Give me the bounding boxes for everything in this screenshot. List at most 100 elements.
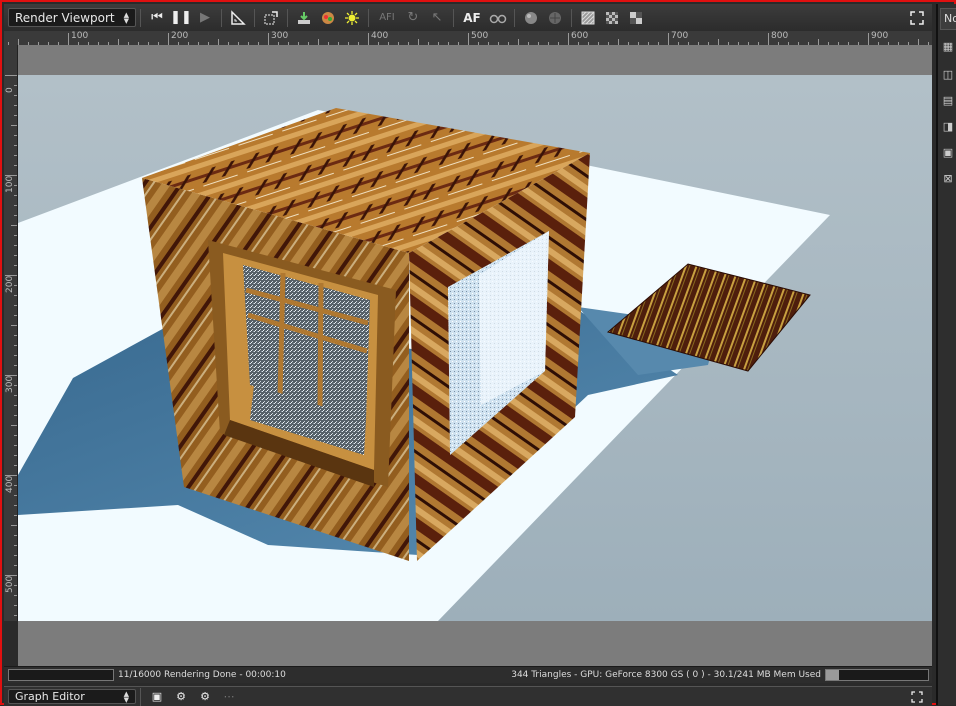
toolbar-separator: [571, 8, 572, 27]
sphere-button[interactable]: [520, 7, 542, 29]
sun-button[interactable]: [341, 7, 363, 29]
ruler-tick: [14, 205, 17, 206]
ruler-label: 200: [171, 31, 189, 41]
ruler-label: 700: [671, 31, 689, 41]
picture-icon[interactable]: ▣: [941, 146, 955, 160]
ruler-tick: [14, 615, 17, 616]
fullscreen-button[interactable]: [906, 7, 928, 29]
skip-back-icon: ⏮: [151, 10, 163, 25]
ruler-tick: [14, 565, 17, 566]
ruler-tick: [14, 245, 17, 246]
af-dim-icon: AFI: [379, 12, 395, 23]
ruler-label: 300: [271, 31, 289, 41]
ruler-label: 0: [5, 87, 15, 93]
download-button[interactable]: [293, 7, 315, 29]
ruler-label: 500: [5, 575, 15, 593]
ruler-tick: [14, 265, 17, 266]
graph-node-button[interactable]: ⚙: [170, 689, 192, 705]
camera-icon[interactable]: ◫: [941, 68, 955, 82]
ruler-label: 600: [571, 31, 589, 41]
refresh-icon: ↻: [407, 10, 419, 25]
right-panel-tab[interactable]: No: [940, 8, 956, 30]
toolbar-separator: [254, 8, 255, 27]
ruler-tick: [168, 33, 169, 45]
pause-button[interactable]: ❚❚: [170, 7, 192, 29]
skip-back-button[interactable]: ⏮: [146, 7, 168, 29]
ruler-tick: [14, 545, 17, 546]
ruler-tick: [14, 155, 17, 156]
toolbar-separator: [140, 687, 141, 706]
ruler-label: 200: [5, 275, 15, 293]
glasses-button[interactable]: [487, 7, 509, 29]
horizontal-ruler: 100 200 300 400 500 600 700 800 900: [4, 31, 932, 46]
viewport-select[interactable]: Render Viewport ▲ ▼: [8, 8, 136, 27]
ruler-tick: [568, 33, 569, 45]
fullscreen-icon: [910, 10, 924, 25]
region-button[interactable]: [260, 7, 282, 29]
texture-button[interactable]: [577, 7, 599, 29]
graph-fullscreen-button[interactable]: [906, 689, 928, 705]
layers-icon[interactable]: ◨: [941, 120, 955, 134]
ruler-label: 400: [5, 475, 15, 493]
ruler-tick: [14, 95, 17, 96]
ruler-tick: [14, 445, 17, 446]
ruler-tick: [14, 415, 17, 416]
texture-icon: [581, 11, 595, 24]
sphere-dark-icon: [549, 11, 561, 24]
color-sphere-button[interactable]: [317, 7, 339, 29]
ruler-tick: [14, 295, 17, 296]
graph-editor-select-label: Graph Editor: [15, 690, 85, 703]
ruler-label: 800: [771, 31, 789, 41]
memory-usage-fill: [826, 670, 839, 680]
ruler-angle-button[interactable]: [227, 7, 249, 29]
ruler-tick: [868, 33, 869, 45]
ruler-tick: [14, 395, 17, 396]
contrast-icon: [630, 11, 642, 24]
film-icon[interactable]: ▤: [941, 94, 955, 108]
render-status-text: 11/16000 Rendering Done - 00:00:10: [118, 670, 286, 680]
play-button[interactable]: ▶: [194, 7, 216, 29]
select-arrows-icon: ▲ ▼: [123, 10, 129, 25]
graph-disabled-button[interactable]: ⋯: [218, 689, 240, 705]
refresh-button[interactable]: ↻: [402, 7, 424, 29]
graph-editor-select[interactable]: Graph Editor ▲ ▼: [8, 689, 136, 704]
graph-icon[interactable]: ⊠: [941, 172, 955, 186]
ruler-tick: [14, 465, 17, 466]
graph-link-button[interactable]: ⚙: [194, 689, 216, 705]
cursor-icon: ↖: [431, 10, 443, 25]
glasses-icon: [489, 14, 507, 23]
render-viewport[interactable]: [18, 45, 932, 666]
checker-button[interactable]: [601, 7, 623, 29]
af-button[interactable]: AF: [459, 7, 485, 29]
download-icon: [298, 11, 310, 24]
right-side-panel: No ▦ ◫ ▤ ◨ ▣ ⊠: [936, 4, 956, 705]
ruler-tick: [668, 33, 669, 45]
ruler-tick: [14, 165, 17, 166]
ruler-tick: [14, 85, 17, 86]
ruler-angle-icon: [231, 9, 246, 25]
ruler-label: 500: [471, 31, 489, 41]
ruler-tick: [14, 315, 17, 316]
sun-icon: [345, 10, 359, 25]
ruler-tick: [11, 125, 17, 126]
image-icon[interactable]: ▦: [941, 40, 955, 54]
ruler-label: 100: [71, 31, 89, 41]
af-label: AF: [463, 10, 481, 25]
pause-icon: ❚❚: [170, 10, 192, 25]
af-dim-button[interactable]: AFI: [374, 7, 400, 29]
ruler-tick: [14, 515, 17, 516]
ruler-tick: [14, 335, 17, 336]
contrast-button[interactable]: [625, 7, 647, 29]
graph-save-button[interactable]: ▣: [146, 689, 168, 705]
ruler-label: 100: [5, 175, 15, 193]
render-progress-bar: [8, 669, 114, 681]
render-toolbar: Render Viewport ▲ ▼ ⏮ ❚❚ ▶ AFI ↻ ↖ AF: [4, 4, 932, 31]
link-icon: ⚙: [200, 690, 210, 703]
gpu-info-text: 344 Triangles - GPU: GeForce 8300 GS ( 0…: [511, 670, 821, 680]
toolbar-separator: [514, 8, 515, 27]
cursor-button[interactable]: ↖: [426, 7, 448, 29]
node-icon: ⚙: [176, 690, 186, 703]
sphere-dark-button[interactable]: [544, 7, 566, 29]
ruler-tick: [468, 33, 469, 45]
ruler-tick: [68, 33, 69, 45]
